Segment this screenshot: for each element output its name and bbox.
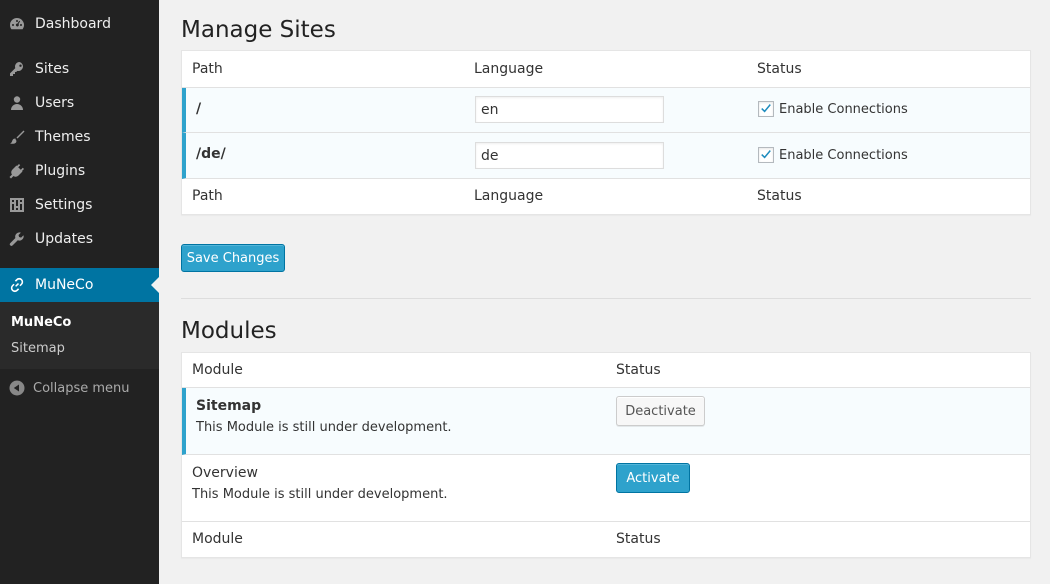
deactivate-button[interactable]: Deactivate — [616, 396, 705, 426]
menu-label: Users — [35, 95, 75, 111]
language-input[interactable] — [475, 96, 664, 123]
plug-icon — [9, 163, 25, 179]
col-footer-module: Module — [192, 531, 243, 547]
user-icon — [9, 95, 25, 111]
checkmark-icon — [761, 150, 771, 159]
module-description: This Module is still under development. — [192, 487, 448, 502]
col-footer-status: Status — [616, 531, 661, 547]
col-footer-status: Status — [757, 188, 802, 204]
site-path: /de/ — [196, 146, 226, 162]
current-menu-arrow — [151, 277, 159, 293]
menu-label: Themes — [35, 129, 91, 145]
menu-label: Dashboard — [35, 16, 111, 32]
menu-item-themes[interactable]: Themes — [0, 120, 159, 154]
collapse-label: Collapse menu — [33, 380, 130, 396]
checkbox-box[interactable] — [758, 147, 774, 163]
key-icon — [9, 61, 25, 77]
menu-item-settings[interactable]: Settings — [0, 188, 159, 222]
sites-table-header: Path Language Status — [182, 51, 1030, 88]
module-name: Sitemap — [196, 398, 262, 414]
sites-table: Path Language Status / Enable Connection… — [181, 50, 1031, 215]
manage-sites-title: Manage Sites — [181, 17, 336, 43]
enable-connections-checkbox[interactable]: Enable Connections — [758, 101, 908, 117]
module-name: Overview — [192, 465, 258, 481]
table-row: Sitemap This Module is still under devel… — [182, 388, 1030, 455]
col-footer-path: Path — [192, 188, 223, 204]
menu-item-sites[interactable]: Sites — [0, 52, 159, 86]
modules-table-footer: Module Status — [182, 522, 1030, 557]
dashboard-icon — [9, 16, 25, 32]
col-header-path: Path — [192, 61, 223, 77]
col-footer-language: Language — [474, 188, 544, 204]
modules-title: Modules — [181, 318, 277, 344]
menu-label: Updates — [35, 231, 93, 247]
link-icon — [9, 277, 25, 293]
table-row: / Enable Connections — [182, 88, 1030, 133]
checkmark-icon — [761, 104, 771, 113]
submenu-item-sitemap[interactable]: Sitemap — [11, 341, 65, 356]
modules-table-header: Module Status — [182, 353, 1030, 388]
activate-button[interactable]: Activate — [616, 463, 690, 493]
brush-icon — [9, 129, 25, 145]
sites-table-footer: Path Language Status — [182, 179, 1030, 214]
admin-sidebar: Dashboard Sites Users Themes Plugins Set… — [0, 0, 159, 584]
module-description: This Module is still under development. — [196, 420, 452, 435]
menu-label: Sites — [35, 61, 70, 77]
menu-item-dashboard[interactable]: Dashboard — [0, 7, 159, 41]
collapse-menu-button[interactable]: Collapse menu — [0, 376, 159, 400]
col-header-status: Status — [757, 61, 802, 77]
submenu-item-muneco[interactable]: MuNeCo — [11, 315, 71, 330]
sliders-icon — [9, 197, 25, 213]
language-input[interactable] — [475, 142, 664, 169]
menu-item-plugins[interactable]: Plugins — [0, 154, 159, 188]
table-row: Overview This Module is still under deve… — [182, 455, 1030, 522]
site-path: / — [196, 101, 202, 117]
section-divider — [181, 298, 1031, 299]
checkbox-box[interactable] — [758, 101, 774, 117]
muneco-submenu: MuNeCo Sitemap — [0, 302, 159, 369]
menu-item-muneco[interactable]: MuNeCo — [0, 268, 159, 302]
table-row: /de/ Enable Connections — [182, 133, 1030, 179]
enable-connections-checkbox[interactable]: Enable Connections — [758, 147, 908, 163]
checkbox-label: Enable Connections — [779, 101, 908, 117]
wrench-icon — [9, 231, 25, 247]
menu-label: Plugins — [35, 163, 86, 179]
menu-item-updates[interactable]: Updates — [0, 222, 159, 256]
menu-label: Settings — [35, 197, 93, 213]
modules-table: Module Status Sitemap This Module is sti… — [181, 352, 1031, 558]
col-header-status: Status — [616, 362, 661, 378]
save-changes-button[interactable]: Save Changes — [181, 244, 285, 272]
menu-label: MuNeCo — [35, 277, 94, 293]
menu-item-users[interactable]: Users — [0, 86, 159, 120]
checkbox-label: Enable Connections — [779, 147, 908, 163]
col-header-language: Language — [474, 61, 544, 77]
collapse-arrow-icon — [9, 380, 25, 396]
col-header-module: Module — [192, 362, 243, 378]
